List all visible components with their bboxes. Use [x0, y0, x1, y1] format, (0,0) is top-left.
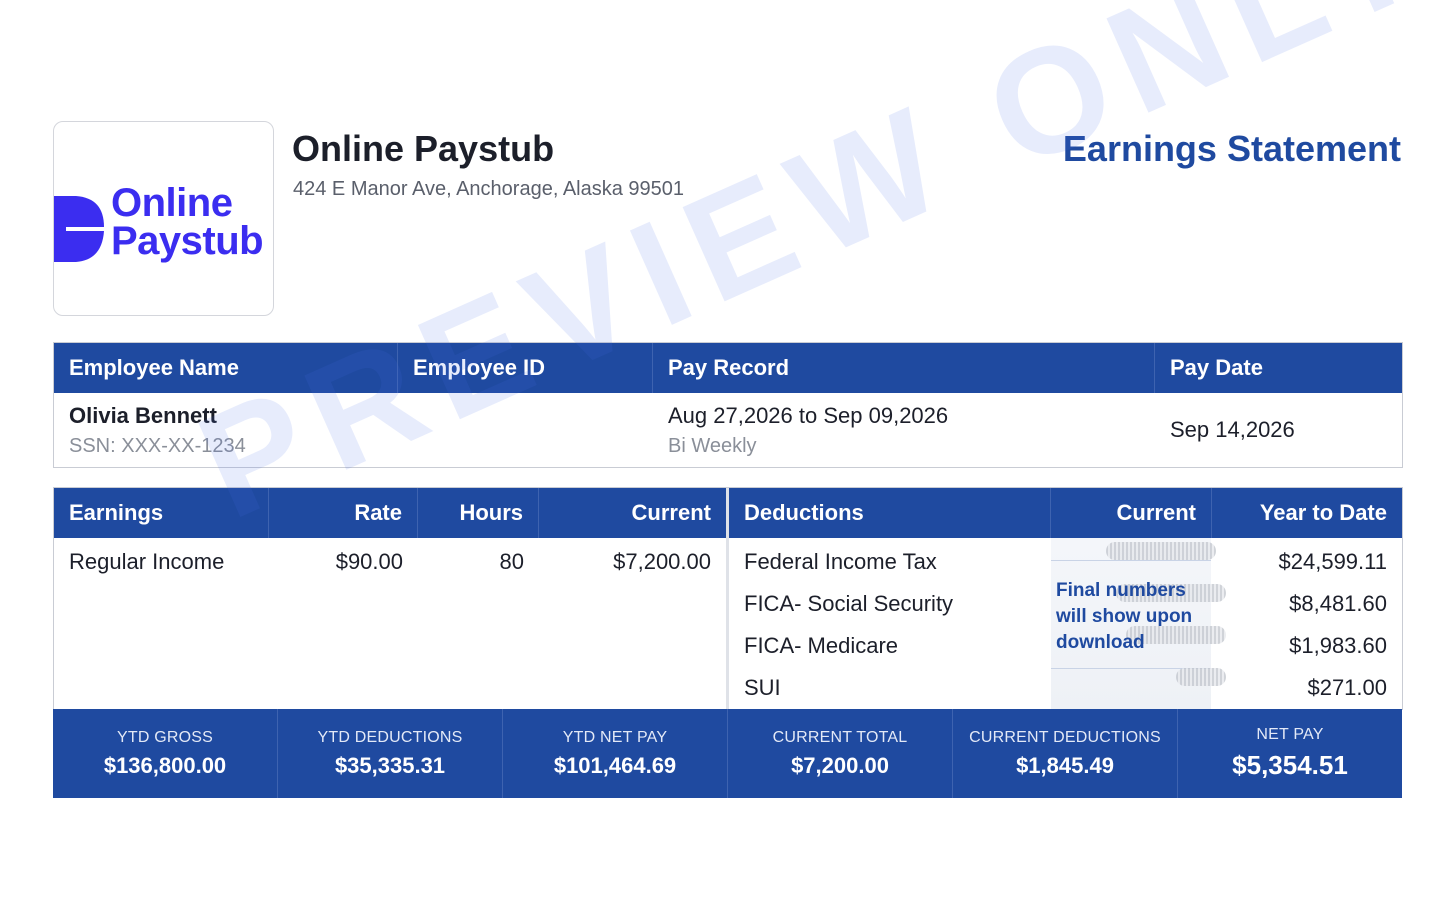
earnings-header: Earnings Rate Hours Current: [54, 488, 726, 538]
employee-row: Olivia Bennett SSN: XXX-XX-1234 Aug 27,2…: [54, 393, 1402, 467]
total-value: $1,845.49: [1016, 752, 1114, 778]
header-rate: Rate: [269, 488, 418, 538]
deductions-header: Deductions Current Year to Date: [729, 488, 1402, 538]
earnings-rate: $90.00: [335, 549, 403, 574]
header-deductions: Deductions: [729, 488, 1051, 538]
deductions-table: Deductions Current Year to Date Final nu…: [729, 488, 1402, 710]
total-value: $136,800.00: [103, 752, 227, 778]
total-ytd-deductions: YTD DEDUCTIONS $35,335.31: [278, 709, 503, 798]
employee-name: Olivia Bennett: [69, 403, 217, 428]
document-title: Earnings Statement: [1062, 128, 1401, 169]
blur-line: [1051, 560, 1211, 561]
blurred-value: [1106, 542, 1216, 560]
total-value: $5,354.51: [1232, 750, 1348, 780]
pay-frequency: Bi Weekly: [668, 435, 757, 457]
header-deductions-current: Current: [1051, 488, 1212, 538]
employee-ssn: SSN: XXX-XX-1234: [69, 435, 246, 457]
employee-id-cell: [398, 393, 653, 467]
deduction-ytd: $24,599.11: [1278, 549, 1387, 574]
earnings-label: Regular Income: [69, 549, 225, 574]
total-current-total: CURRENT TOTAL $7,200.00: [728, 709, 953, 798]
total-ytd-gross: YTD GROSS $136,800.00: [53, 709, 278, 798]
header-pay-date: Pay Date: [1170, 355, 1263, 380]
header-pay-record: Pay Record: [653, 343, 1155, 393]
deduction-ytd: $1,983.60: [1289, 633, 1387, 658]
earnings-table: Earnings Rate Hours Current Regular Inco…: [54, 488, 726, 710]
total-label: YTD GROSS: [116, 728, 214, 746]
company-address: 424 E Manor Ave, Anchorage, Alaska 99501: [293, 178, 685, 200]
employee-info-table: Employee Name Employee ID Pay Record Pay…: [53, 342, 1403, 468]
total-label: YTD DEDUCTIONS: [317, 728, 463, 746]
header-employee-id: Employee ID: [398, 343, 653, 393]
employee-name-cell: Olivia Bennett SSN: XXX-XX-1234: [54, 393, 398, 467]
company-logo: Online Paystub: [53, 121, 274, 316]
pay-record-range: Aug 27,2026 to Sep 09,2026: [668, 403, 949, 428]
earnings-row: Regular Income $90.00 80 $7,200.00: [54, 541, 726, 583]
final-numbers-note: Final numbers will show upon download: [1056, 580, 1193, 653]
deduction-ytd: $8,481.60: [1289, 591, 1387, 616]
earnings-deductions-section: Earnings Rate Hours Current Regular Inco…: [53, 487, 1403, 710]
header-employee-name: Employee Name: [54, 343, 398, 393]
total-ytd-net-pay: YTD NET PAY $101,464.69: [503, 709, 728, 798]
total-net-pay: NET PAY $5,354.51: [1178, 709, 1402, 798]
earnings-current: $7,200.00: [613, 549, 711, 574]
logo-wordmark: Online Paystub: [111, 181, 264, 263]
total-value: $35,335.31: [334, 752, 446, 778]
deduction-ytd: $271.00: [1307, 675, 1387, 700]
header-year-to-date: Year to Date: [1259, 500, 1387, 525]
pay-date-cell: Sep 14,2026: [1155, 393, 1402, 467]
header-earnings: Earnings: [54, 488, 269, 538]
total-label: CURRENT TOTAL: [772, 728, 908, 746]
employee-table-header: Employee Name Employee ID Pay Record Pay…: [54, 343, 1402, 393]
blurred-value: [1176, 668, 1226, 686]
preview-watermark: PREVIEW ONLY: [175, 0, 1440, 551]
logo-wordmark-line1: Online: [111, 181, 233, 225]
logo-wordmark-line2: Paystub: [111, 219, 264, 263]
header-earnings-current: Current: [631, 500, 711, 525]
total-label: CURRENT DEDUCTIONS: [969, 728, 1161, 746]
header-hours: Hours: [418, 488, 539, 538]
total-current-deductions: CURRENT DEDUCTIONS $1,845.49: [953, 709, 1178, 798]
total-value: $101,464.69: [553, 752, 677, 778]
total-value: $7,200.00: [791, 752, 889, 778]
company-name: Online Paystub: [292, 128, 555, 169]
pay-record-cell: Aug 27,2026 to Sep 09,2026 Bi Weekly: [653, 393, 1155, 467]
totals-bar: YTD GROSS $136,800.00 YTD DEDUCTIONS $35…: [53, 709, 1402, 798]
hidden-current-column: Final numbers will show upon download: [1051, 538, 1226, 710]
total-label: NET PAY: [1256, 726, 1324, 743]
total-label: YTD NET PAY: [562, 728, 668, 746]
earnings-hours: 80: [499, 549, 524, 574]
logo-mark-icon: [54, 196, 104, 262]
pay-date: Sep 14,2026: [1170, 417, 1295, 442]
